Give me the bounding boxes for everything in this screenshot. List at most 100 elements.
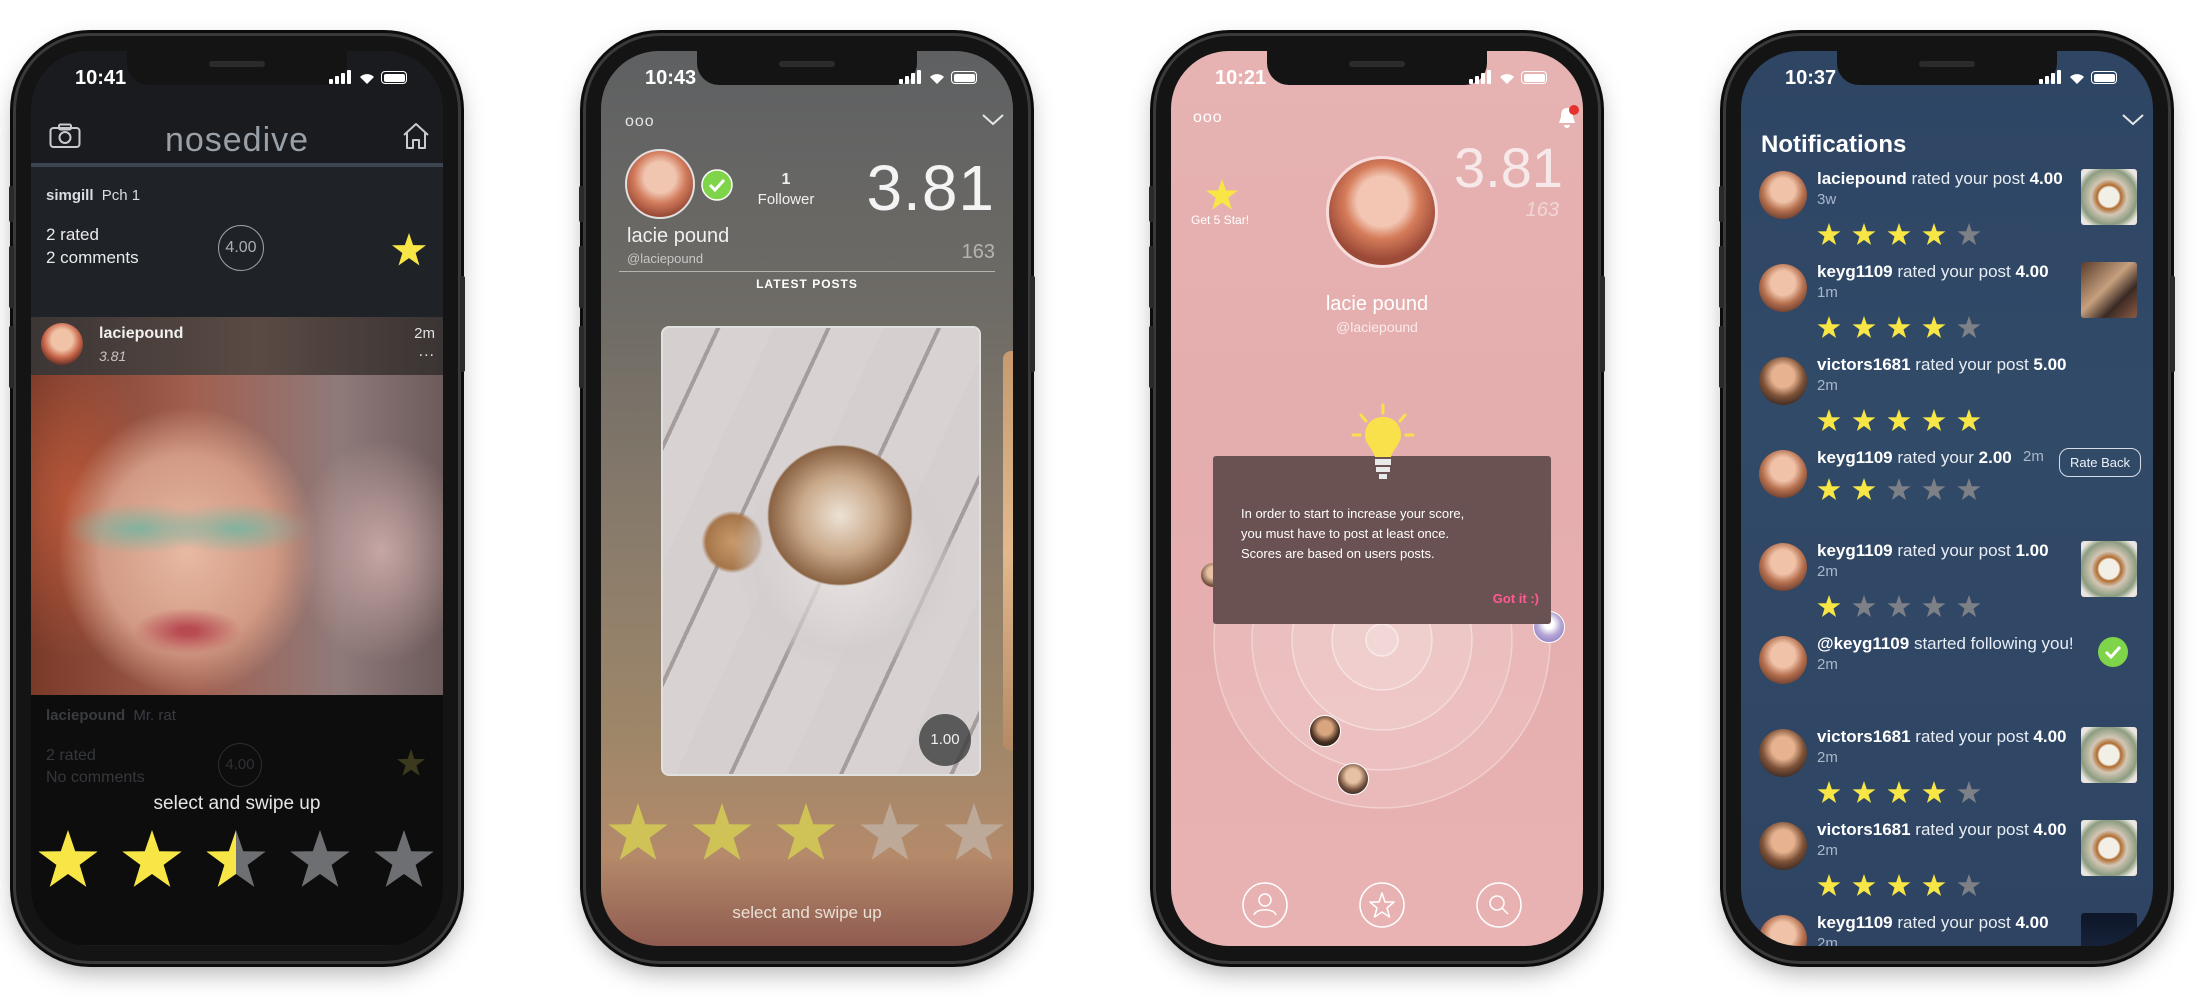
rating-star[interactable]	[943, 803, 1005, 863]
rating-star[interactable]	[607, 803, 669, 863]
profile-tab-icon[interactable]	[1241, 881, 1289, 929]
chevron-down-icon[interactable]	[981, 113, 1005, 127]
menu-dots-icon[interactable]: ooo	[1193, 109, 1223, 127]
rating-star[interactable]	[1887, 478, 1911, 501]
rating-star[interactable]	[1887, 223, 1911, 246]
rating-star[interactable]	[1852, 223, 1876, 246]
notification-user[interactable]: keyg1109	[1817, 262, 1893, 281]
notification-row[interactable]: keyg1109 rated your post 4.00 2m	[1741, 913, 2153, 946]
post-thumbnail[interactable]	[2081, 262, 2137, 318]
rating-star[interactable]	[1852, 409, 1876, 432]
rating-star[interactable]	[1852, 874, 1876, 897]
got-it-button[interactable]: Got it :)	[1493, 591, 1539, 606]
rating-star[interactable]	[1817, 781, 1841, 804]
search-tab-icon[interactable]	[1475, 881, 1523, 929]
rating-star[interactable]	[1957, 478, 1981, 501]
notification-row[interactable]: victors1681 rated your post 5.00 2m	[1741, 355, 2153, 448]
followers-label[interactable]: Follower	[751, 191, 821, 208]
post-thumbnail[interactable]	[2081, 913, 2137, 946]
avatar[interactable]	[1759, 636, 1807, 684]
post-thumbnail[interactable]	[2081, 727, 2137, 783]
rating-star[interactable]	[1817, 595, 1841, 618]
notification-user[interactable]: laciepound	[1817, 169, 1907, 188]
rating-star[interactable]	[1887, 316, 1911, 339]
latest-post-card[interactable]: 1.00	[661, 326, 981, 776]
rating-star[interactable]	[1957, 409, 1981, 432]
rating-star[interactable]	[37, 830, 99, 890]
avatar[interactable]	[1759, 357, 1807, 405]
notification-row[interactable]: victors1681 rated your post 4.00 2m	[1741, 727, 2153, 820]
post-thumbnail[interactable]	[2081, 541, 2137, 597]
favorite-star-icon[interactable]	[391, 233, 427, 267]
notification-user[interactable]: keyg1109	[1817, 913, 1893, 932]
rating-star[interactable]	[1817, 874, 1841, 897]
rating-star[interactable]	[1922, 478, 1946, 501]
rating-star[interactable]	[1852, 781, 1876, 804]
post-thumbnail[interactable]	[2081, 169, 2137, 225]
connection-avatar[interactable]	[1337, 763, 1369, 795]
post-card[interactable]: simgill Pch 1 2 rated 2 comments 4.00	[31, 167, 443, 317]
notification-user[interactable]: victors1681	[1817, 355, 1911, 374]
notification-row[interactable]: keyg1109 rated your post 1.00 2m	[1741, 541, 2153, 634]
rating-star[interactable]	[1887, 781, 1911, 804]
rating-star[interactable]	[1887, 409, 1911, 432]
rating-star[interactable]	[691, 803, 753, 863]
notification-user[interactable]: @keyg1109	[1817, 634, 1909, 653]
rating-star[interactable]	[1922, 595, 1946, 618]
notification-row[interactable]: @keyg1109 started following you! 2m	[1741, 634, 2153, 727]
avatar[interactable]	[1759, 264, 1807, 312]
notification-row[interactable]: laciepound rated your post 4.00 3w	[1741, 169, 2153, 262]
notification-row[interactable]: keyg1109 rated your 2.00 2m Rate Back	[1741, 448, 2153, 541]
rating-star[interactable]	[1817, 409, 1841, 432]
menu-dots-icon[interactable]: ooo	[625, 113, 655, 131]
rating-star[interactable]	[1922, 223, 1946, 246]
rating-star[interactable]	[1922, 316, 1946, 339]
rating-star[interactable]	[1957, 223, 1981, 246]
star-tab-icon[interactable]	[1358, 881, 1406, 929]
rating-star[interactable]	[1817, 223, 1841, 246]
profile-avatar[interactable]	[1326, 156, 1438, 268]
next-post-card[interactable]	[1003, 351, 1013, 751]
notification-row[interactable]: keyg1109 rated your post 4.00 1m	[1741, 262, 2153, 355]
avatar[interactable]	[1759, 543, 1807, 591]
rating-star[interactable]	[205, 830, 267, 890]
avatar[interactable]	[1759, 822, 1807, 870]
connection-avatar[interactable]	[1309, 715, 1341, 747]
rating-star[interactable]	[1957, 595, 1981, 618]
avatar[interactable]	[1759, 171, 1807, 219]
rating-star[interactable]	[1922, 874, 1946, 897]
notification-row[interactable]: victors1681 rated your post 4.00 2m	[1741, 820, 2153, 913]
more-options-icon[interactable]: ...	[419, 343, 435, 361]
post-photo[interactable]	[31, 375, 443, 695]
rating-star[interactable]	[859, 803, 921, 863]
post-thumbnail[interactable]	[2081, 820, 2137, 876]
rating-star[interactable]	[1887, 595, 1911, 618]
notification-user[interactable]: keyg1109	[1817, 448, 1893, 467]
post-username[interactable]: laciepound	[99, 325, 183, 343]
rating-star[interactable]	[373, 830, 435, 890]
rating-star[interactable]	[1817, 478, 1841, 501]
rating-star[interactable]	[1817, 316, 1841, 339]
notification-user[interactable]: keyg1109	[1817, 541, 1893, 560]
bell-notification-icon[interactable]	[1555, 105, 1579, 131]
rating-star[interactable]	[775, 803, 837, 863]
avatar[interactable]	[1759, 729, 1807, 777]
rating-stars[interactable]	[37, 830, 437, 900]
get-five-star-icon[interactable]	[1205, 179, 1239, 211]
rate-back-button[interactable]: Rate Back	[2059, 448, 2141, 477]
rating-star[interactable]	[1957, 316, 1981, 339]
avatar[interactable]	[1759, 450, 1807, 498]
chevron-down-icon[interactable]	[2121, 113, 2145, 127]
followers-count[interactable]: 1	[751, 171, 821, 189]
rating-star[interactable]	[121, 830, 183, 890]
post-header[interactable]: laciepound 3.81 2m ...	[31, 317, 443, 375]
rating-star[interactable]	[289, 830, 351, 890]
rating-star[interactable]	[1922, 409, 1946, 432]
rating-star[interactable]	[1852, 595, 1876, 618]
avatar[interactable]	[41, 323, 83, 365]
rating-star[interactable]	[1852, 478, 1876, 501]
notification-user[interactable]: victors1681	[1817, 727, 1911, 746]
rating-star[interactable]	[1922, 781, 1946, 804]
rating-star[interactable]	[1957, 874, 1981, 897]
rating-star[interactable]	[1852, 316, 1876, 339]
